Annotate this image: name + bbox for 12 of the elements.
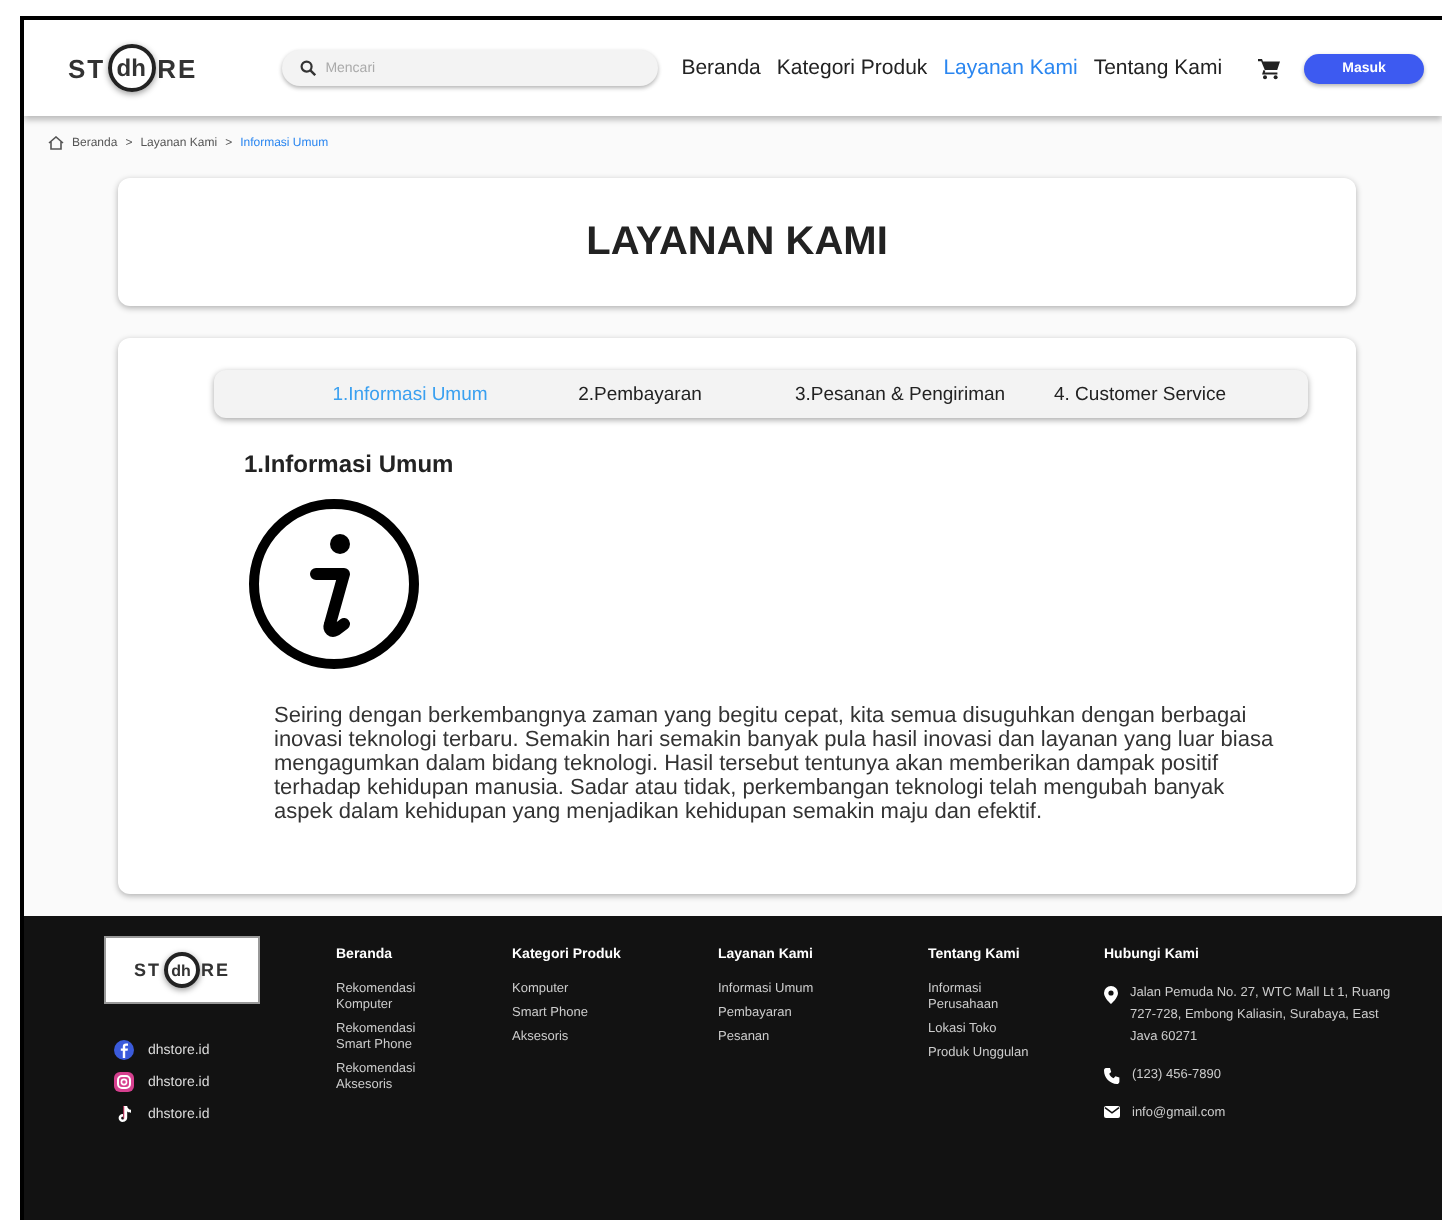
tab[interactable]: 2.Pembayaran — [534, 383, 746, 405]
section-heading: 1.Informasi Umum — [244, 450, 456, 478]
nav-link[interactable]: Tentang Kami — [1093, 56, 1223, 80]
page-title: LAYANAN KAMI — [586, 219, 888, 265]
tab[interactable]: 3.Pesanan & Pengiriman — [746, 383, 1054, 405]
nav-link[interactable]: Beranda — [681, 56, 761, 80]
store-logo: ST dh RE — [68, 44, 198, 92]
tab[interactable]: 4. Customer Service — [1054, 383, 1227, 405]
store-logo: ST dh RE — [104, 936, 260, 1004]
nav-link[interactable]: Layanan Kami — [943, 56, 1078, 80]
section-paragraph: Seiring dengan berkembangnya zaman yang begitu cepat, kita semua disuguhkan dengan berbagai inovasi teknologi terbaru. Semakin hari semakin banyak pula hasil inovasi dan layanan yang luar biasa mengagumkan dalam bidang teknologi. Hasil tersebut tentunya akan memberikan dampak positif terhadap kehidupan manusia. Sadar atau tidak, perkembangan teknologi telah mengubah banyak aspek dalam kehidupan yang menjadikan kehidupan semakin maju dan efektif. — [274, 704, 1276, 824]
nav-link[interactable]: Kategori Produk — [776, 56, 928, 80]
